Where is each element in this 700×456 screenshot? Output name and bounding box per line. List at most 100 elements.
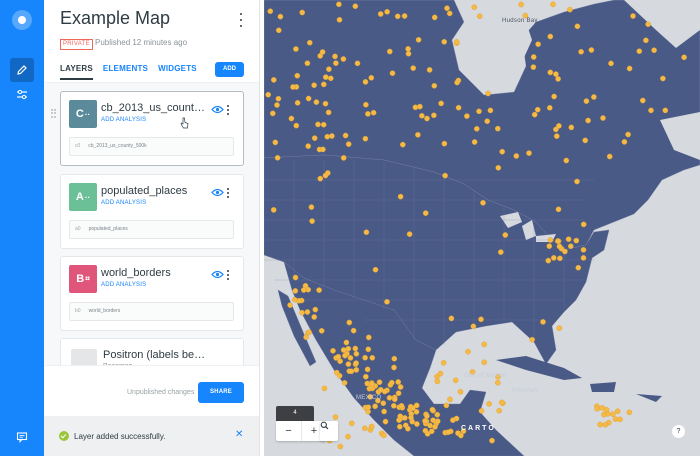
place-point — [553, 133, 560, 139]
basemap-card[interactable]: Positron (labels below) Basemap — [60, 338, 244, 365]
layer-source[interactable]: c0 cb_2013_us_county_500k — [69, 137, 234, 156]
place-point — [614, 408, 621, 415]
chat-icon[interactable] — [10, 425, 34, 449]
layer-source[interactable]: a0 populated_places — [69, 220, 234, 239]
layer-card[interactable]: C·· cb_2013_us_county_500k ADD ANALYSIS … — [60, 91, 244, 166]
map-canvas[interactable] — [264, 0, 700, 456]
place-point — [386, 394, 393, 401]
place-point — [387, 48, 393, 55]
place-point — [293, 46, 299, 52]
place-point — [377, 386, 384, 393]
add-analysis-link[interactable]: ADD ANALYSIS — [101, 200, 146, 206]
share-button[interactable]: SHARE — [198, 382, 244, 403]
place-point — [312, 306, 319, 313]
sliders-icon[interactable] — [10, 82, 34, 106]
carto-logo-icon[interactable] — [12, 10, 32, 30]
place-point — [288, 115, 295, 122]
points-icon: ·· — [84, 192, 91, 202]
place-point — [480, 199, 486, 206]
place-point — [550, 255, 557, 261]
place-point — [597, 421, 603, 428]
visibility-eye-icon[interactable] — [211, 105, 224, 114]
layer-options-icon[interactable] — [227, 105, 231, 115]
place-point — [448, 315, 455, 322]
layer-name[interactable]: cb_2013_us_county_500k — [101, 102, 205, 114]
polygon-icon: ⌗ — [85, 274, 90, 283]
privacy-badge[interactable]: PRIVATE — [60, 39, 93, 50]
place-point — [353, 360, 359, 366]
place-point — [547, 237, 554, 243]
publish-footer: Unpublished changes SHARE — [44, 365, 260, 415]
place-point — [648, 107, 654, 114]
place-point — [434, 418, 441, 425]
zoom-out-button[interactable]: − — [276, 421, 301, 441]
visibility-eye-icon[interactable] — [211, 270, 224, 279]
place-point — [495, 164, 502, 171]
place-point — [345, 345, 352, 352]
layer-name[interactable]: world_borders — [101, 267, 205, 279]
place-point — [399, 141, 406, 148]
drag-handle-icon[interactable] — [51, 109, 56, 118]
map-options-icon[interactable] — [240, 13, 244, 27]
place-point — [447, 396, 453, 403]
place-point — [372, 266, 379, 273]
tab-layers[interactable]: LAYERS — [60, 64, 93, 80]
layer-options-icon[interactable] — [227, 270, 231, 280]
place-point — [424, 413, 430, 419]
carto-attribution[interactable]: CARTO — [461, 425, 496, 432]
place-point — [342, 132, 349, 139]
place-point — [308, 204, 315, 210]
map-view[interactable]: Hudson Bay Gulf of Mexico HAVANA MEXICO … — [264, 0, 700, 456]
place-point — [352, 345, 359, 352]
close-icon[interactable]: ✕ — [235, 430, 243, 440]
layer-name[interactable]: populated_places — [101, 185, 205, 197]
tab-widgets[interactable]: WIDGETS — [158, 64, 197, 80]
place-point — [551, 93, 557, 100]
place-point — [340, 347, 347, 353]
place-point — [513, 153, 520, 159]
visibility-eye-icon[interactable] — [211, 188, 224, 197]
place-point — [481, 359, 487, 366]
place-point — [345, 433, 351, 440]
place-point — [304, 309, 311, 315]
place-point — [301, 287, 307, 293]
pencil-icon[interactable] — [10, 58, 34, 82]
place-point — [455, 104, 462, 111]
help-button[interactable]: ? — [672, 425, 685, 438]
published-status: Published 12 minutes ago — [95, 38, 188, 47]
place-point — [376, 379, 383, 386]
place-point — [599, 405, 606, 411]
place-point — [397, 384, 404, 390]
basemap-name[interactable]: Positron (labels below) — [103, 349, 207, 361]
layer-badge[interactable]: B ⌗ — [69, 265, 97, 293]
place-point — [446, 10, 453, 17]
layer-source[interactable]: b0 world_borders — [69, 302, 234, 321]
add-analysis-link[interactable]: ADD ANALYSIS — [101, 117, 146, 123]
layer-options-icon[interactable] — [227, 188, 231, 198]
place-point — [366, 334, 372, 341]
tab-elements[interactable]: ELEMENTS — [103, 64, 148, 80]
place-point — [384, 9, 390, 15]
page-title[interactable]: Example Map — [60, 8, 170, 29]
place-point — [271, 77, 277, 83]
place-point — [478, 316, 484, 323]
layer-badge[interactable]: C ·· — [69, 100, 97, 128]
place-point — [369, 381, 375, 387]
place-point — [348, 368, 355, 375]
search-icon[interactable] — [320, 421, 338, 441]
place-point — [391, 355, 398, 362]
layer-card[interactable]: B ⌗ world_borders ADD ANALYSIS b0 world_bo… — [60, 256, 244, 331]
place-point — [556, 123, 562, 129]
place-point — [636, 48, 643, 55]
place-point — [429, 406, 436, 413]
place-point — [608, 60, 614, 67]
place-point — [437, 370, 444, 377]
layer-badge[interactable]: A ·· — [69, 183, 97, 211]
layer-card[interactable]: A ·· populated_places ADD ANALYSIS a0 popu… — [60, 174, 244, 249]
place-point — [547, 69, 554, 76]
add-analysis-link[interactable]: ADD ANALYSIS — [101, 282, 146, 288]
place-point — [316, 287, 322, 293]
place-point — [270, 110, 276, 117]
place-point — [486, 400, 492, 407]
add-layer-button[interactable]: ADD — [215, 62, 244, 77]
